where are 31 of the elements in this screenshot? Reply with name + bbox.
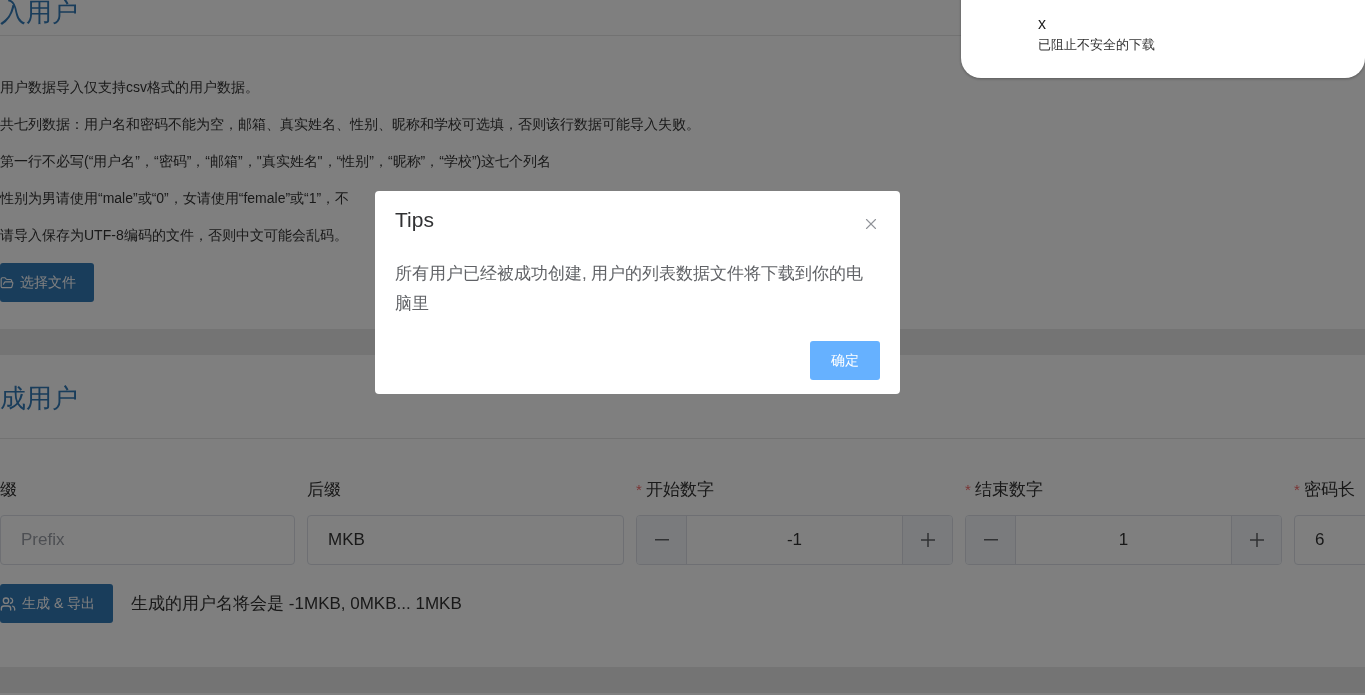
instruction-text: 用户数据导入仅支持csv格式的用户数据。 — [0, 78, 260, 96]
dialog-title: Tips — [395, 208, 434, 232]
section-title: 成用户 — [0, 383, 78, 413]
number-field[interactable]: 1 — [965, 515, 1282, 565]
instruction-text: 请导入保存为UTF-8编码的文件，否则中文可能会乱码。 — [0, 226, 349, 244]
field-label: 缀 — [0, 479, 18, 501]
download-status: 已阻止不安全的下载 — [1038, 36, 1156, 54]
field-label: * 开始数字 — [636, 479, 715, 501]
instruction-text: 共七列数据：用户名和密码不能为空，邮箱、真实姓名、性别、昵称和学校可选填，否则该行数据可能导入失败。 — [0, 115, 701, 133]
minus-icon — [654, 539, 669, 541]
field-label: * 密码长 — [1294, 479, 1356, 501]
field-label: * 结束数字 — [965, 479, 1044, 501]
instruction-text: 性别为男请使用“male”或“0”，女请使用“female”或“1”，不 — [0, 189, 351, 207]
text-field[interactable]: MKB — [307, 515, 624, 565]
file-name: x — [1038, 15, 1047, 33]
minus-icon — [983, 539, 998, 541]
plus-icon — [1249, 533, 1264, 547]
generate-export-button[interactable]: 生成 & 导出 — [0, 584, 114, 623]
choose-file-button[interactable]: 选择文件 — [0, 263, 94, 302]
folder-icon — [0, 275, 14, 290]
text-field[interactable]: 6 — [1294, 515, 1365, 565]
number-field[interactable]: -1 — [636, 515, 953, 565]
field-label: 后缀 — [307, 479, 342, 501]
dialog-message: 所有用户已经被成功创建, 用户的列表数据文件将下载到你的电脑里 — [395, 263, 865, 315]
confirm-button[interactable]: 确定 — [810, 341, 880, 380]
plus-icon — [920, 533, 935, 547]
instruction-text: 第一行不必写(“用户名”，“密码”，“邮箱”，"真实姓名"，“性别”，“昵称”，“学校”)这七个列名 — [0, 152, 553, 170]
users-icon — [0, 595, 16, 612]
increment-button[interactable] — [1231, 516, 1281, 564]
username-hint: 生成的用户名将会是 -1MKB, 0MKB... 1MKB — [131, 593, 462, 615]
increment-button[interactable] — [902, 516, 952, 564]
